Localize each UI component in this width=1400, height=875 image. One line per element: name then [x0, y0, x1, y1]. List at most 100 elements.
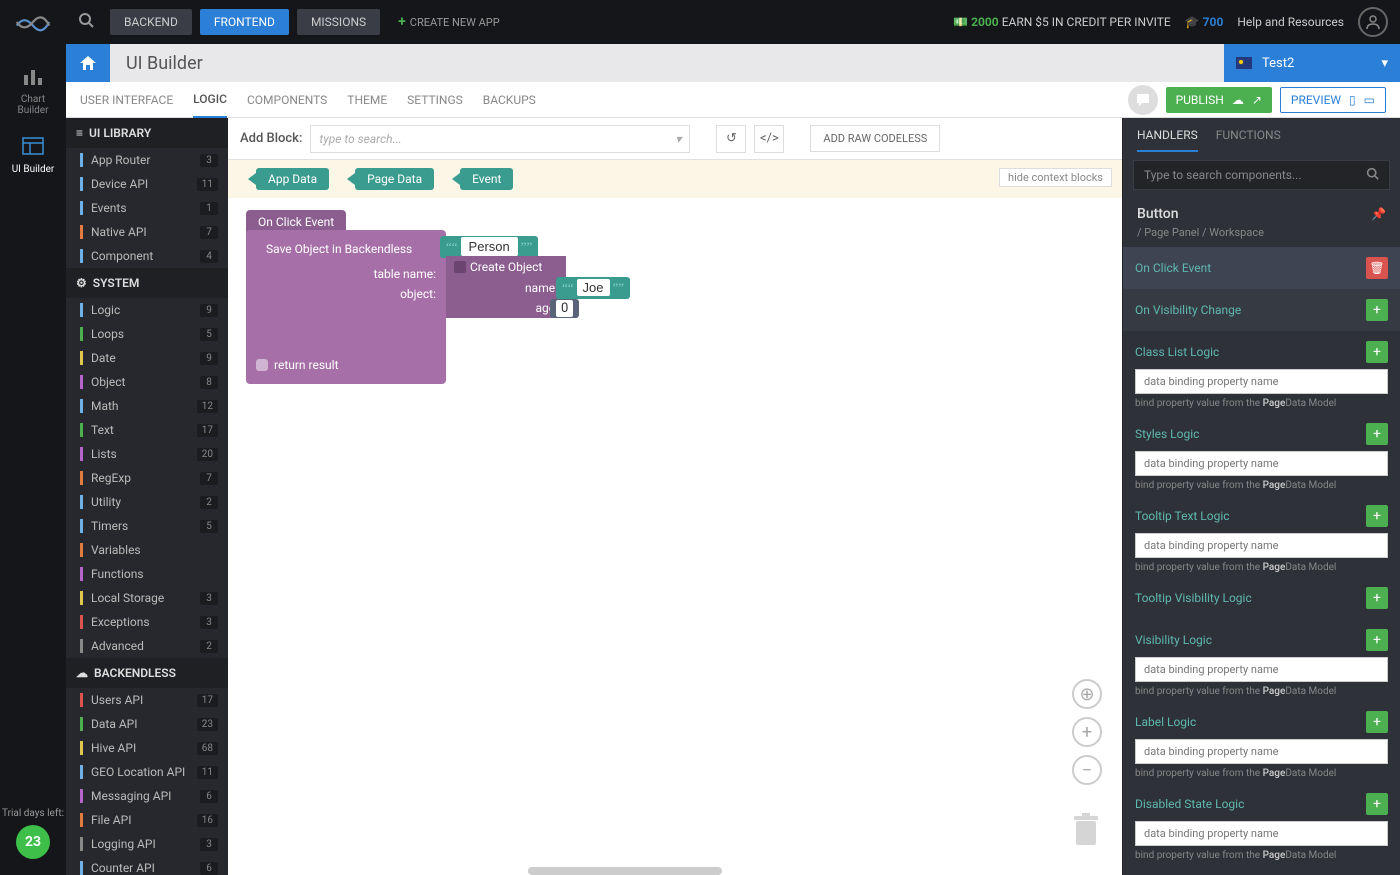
add-icon[interactable]: + [1366, 299, 1388, 321]
rp-tab-functions[interactable]: FUNCTIONS [1216, 128, 1281, 152]
sidebar-section[interactable]: ≡ UI LIBRARY [66, 118, 228, 148]
topbar: BACKEND FRONTEND MISSIONS +CREATE NEW AP… [66, 0, 1400, 44]
sidebar-item[interactable]: Users API17 [66, 688, 228, 712]
sidebar-item[interactable]: Text17 [66, 418, 228, 442]
nav-ui-builder[interactable]: UI Builder [8, 126, 58, 185]
code-button[interactable]: </> [754, 125, 784, 153]
subtab-theme[interactable]: THEME [347, 83, 387, 117]
sidebar-item[interactable]: Hive API68 [66, 736, 228, 760]
binding-input[interactable] [1135, 451, 1388, 476]
sidebar-item[interactable]: App Router3 [66, 148, 228, 172]
undo-button[interactable]: ↺ [716, 125, 746, 153]
rp-tab-handlers[interactable]: HANDLERS [1137, 128, 1198, 152]
right-panel: HANDLERS FUNCTIONS Type to search compon… [1122, 118, 1400, 875]
preview-button[interactable]: PREVIEW ▯ ▭ [1280, 87, 1386, 113]
handler-on-click[interactable]: On Click Event🗑 [1123, 247, 1400, 289]
add-icon[interactable]: + [1366, 505, 1388, 527]
ctx-app-data[interactable]: App Data [256, 168, 329, 190]
ctx-page-data[interactable]: Page Data [355, 168, 434, 190]
binding-input[interactable] [1135, 657, 1388, 682]
plus-icon: + [398, 14, 406, 30]
value-zero[interactable]: 0 [556, 300, 573, 317]
handler-on-visibility[interactable]: On Visibility Change+ [1123, 289, 1400, 331]
sidebar-section[interactable]: ☁ BACKENDLESS [66, 658, 228, 688]
sidebar-item[interactable]: Variables [66, 538, 228, 562]
create-new-app[interactable]: +CREATE NEW APP [398, 14, 500, 30]
sidebar-item[interactable]: Exceptions3 [66, 610, 228, 634]
sidebar-item[interactable]: File API16 [66, 808, 228, 832]
sidebar-item[interactable]: Math12 [66, 394, 228, 418]
hide-context-button[interactable]: hide context blocks [999, 168, 1112, 187]
add-icon[interactable]: + [1366, 587, 1388, 609]
binding-input[interactable] [1135, 369, 1388, 394]
checkbox-icon[interactable] [256, 359, 268, 371]
grad-points[interactable]: 🎓 700 [1185, 15, 1224, 29]
zoom-in-button[interactable]: + [1072, 717, 1102, 747]
add-block-label: Add Block: [240, 131, 302, 146]
block-create-object[interactable]: Create Object name: age: [446, 256, 566, 318]
sidebar-item[interactable]: GEO Location API11 [66, 760, 228, 784]
binding-input[interactable] [1135, 533, 1388, 558]
gear-icon[interactable] [454, 261, 466, 273]
subtab-components[interactable]: COMPONENTS [247, 83, 327, 117]
sidebar-item[interactable]: Messaging API6 [66, 784, 228, 808]
ctx-event[interactable]: Event [460, 168, 513, 190]
chat-icon[interactable] [1128, 85, 1158, 115]
sidebar-item[interactable]: Logging API3 [66, 832, 228, 856]
sidebar-item[interactable]: Logic9 [66, 298, 228, 322]
center-button[interactable]: ⊕ [1072, 679, 1102, 709]
add-icon[interactable]: + [1366, 423, 1388, 445]
sidebar-item[interactable]: Component4 [66, 244, 228, 268]
sidebar-item[interactable]: Functions [66, 562, 228, 586]
canvas[interactable]: On Click Event Save Object in Backendles… [228, 198, 1122, 875]
user-avatar[interactable] [1358, 7, 1388, 37]
sidebar-item[interactable]: Timers5 [66, 514, 228, 538]
sidebar-item[interactable]: Date9 [66, 346, 228, 370]
value-person[interactable]: Person [461, 237, 518, 256]
add-icon[interactable]: + [1366, 341, 1388, 363]
sidebar-item[interactable]: Loops5 [66, 322, 228, 346]
sidebar-item[interactable]: Utility2 [66, 490, 228, 514]
sidebar-item[interactable]: Lists20 [66, 442, 228, 466]
zoom-out-button[interactable]: − [1072, 755, 1102, 785]
publish-button[interactable]: PUBLISH ☁ ↗ [1166, 87, 1272, 113]
horizontal-scrollbar[interactable] [528, 867, 722, 875]
value-joe[interactable]: Joe [577, 279, 610, 296]
credits[interactable]: 💵 2000 EARN $5 IN CREDIT PER INVITE [953, 15, 1171, 29]
pin-icon[interactable]: 📌 [1371, 207, 1386, 221]
sidebar-item[interactable]: Data API23 [66, 712, 228, 736]
block-search-input[interactable]: type to search...▾ [310, 125, 690, 153]
component-search-input[interactable]: Type to search components... [1133, 160, 1390, 190]
add-icon[interactable]: + [1366, 629, 1388, 651]
sidebar-item[interactable]: Events1 [66, 196, 228, 220]
block-save-object[interactable]: Save Object in Backendless table name: o… [246, 230, 446, 384]
subtab-settings[interactable]: SETTINGS [407, 83, 463, 117]
tab-backend[interactable]: BACKEND [110, 9, 192, 35]
add-icon[interactable]: + [1366, 793, 1388, 815]
sidebar-item[interactable]: Device API11 [66, 172, 228, 196]
sidebar-item[interactable]: Local Storage3 [66, 586, 228, 610]
tab-frontend[interactable]: FRONTEND [200, 9, 289, 35]
help-link[interactable]: Help and Resources [1237, 15, 1344, 29]
app-selector[interactable]: Test2 ▾ [1224, 44, 1400, 82]
nav-chart-builder[interactable]: Chart Builder [8, 56, 58, 126]
sidebar-item[interactable]: Counter API6 [66, 856, 228, 875]
add-raw-codeless-button[interactable]: ADD RAW CODELESS [810, 125, 940, 152]
block-sidebar[interactable]: ≡ UI LIBRARYApp Router3Device API11Event… [66, 118, 228, 875]
tab-missions[interactable]: MISSIONS [297, 9, 380, 35]
binding-input[interactable] [1135, 739, 1388, 764]
binding-input[interactable] [1135, 821, 1388, 846]
add-icon[interactable]: + [1366, 711, 1388, 733]
search-icon[interactable] [78, 12, 94, 32]
sidebar-item[interactable]: Native API7 [66, 220, 228, 244]
trash-icon[interactable] [1072, 813, 1100, 855]
home-button[interactable] [66, 44, 110, 82]
delete-icon[interactable]: 🗑 [1366, 257, 1388, 279]
sidebar-item[interactable]: Object8 [66, 370, 228, 394]
sidebar-section[interactable]: ⚙ SYSTEM [66, 268, 228, 298]
subtab-logic[interactable]: LOGIC [193, 82, 227, 118]
sidebar-item[interactable]: RegExp7 [66, 466, 228, 490]
sidebar-item[interactable]: Advanced2 [66, 634, 228, 658]
subtab-backups[interactable]: BACKUPS [483, 83, 536, 117]
subtab-ui[interactable]: USER INTERFACE [80, 83, 173, 117]
